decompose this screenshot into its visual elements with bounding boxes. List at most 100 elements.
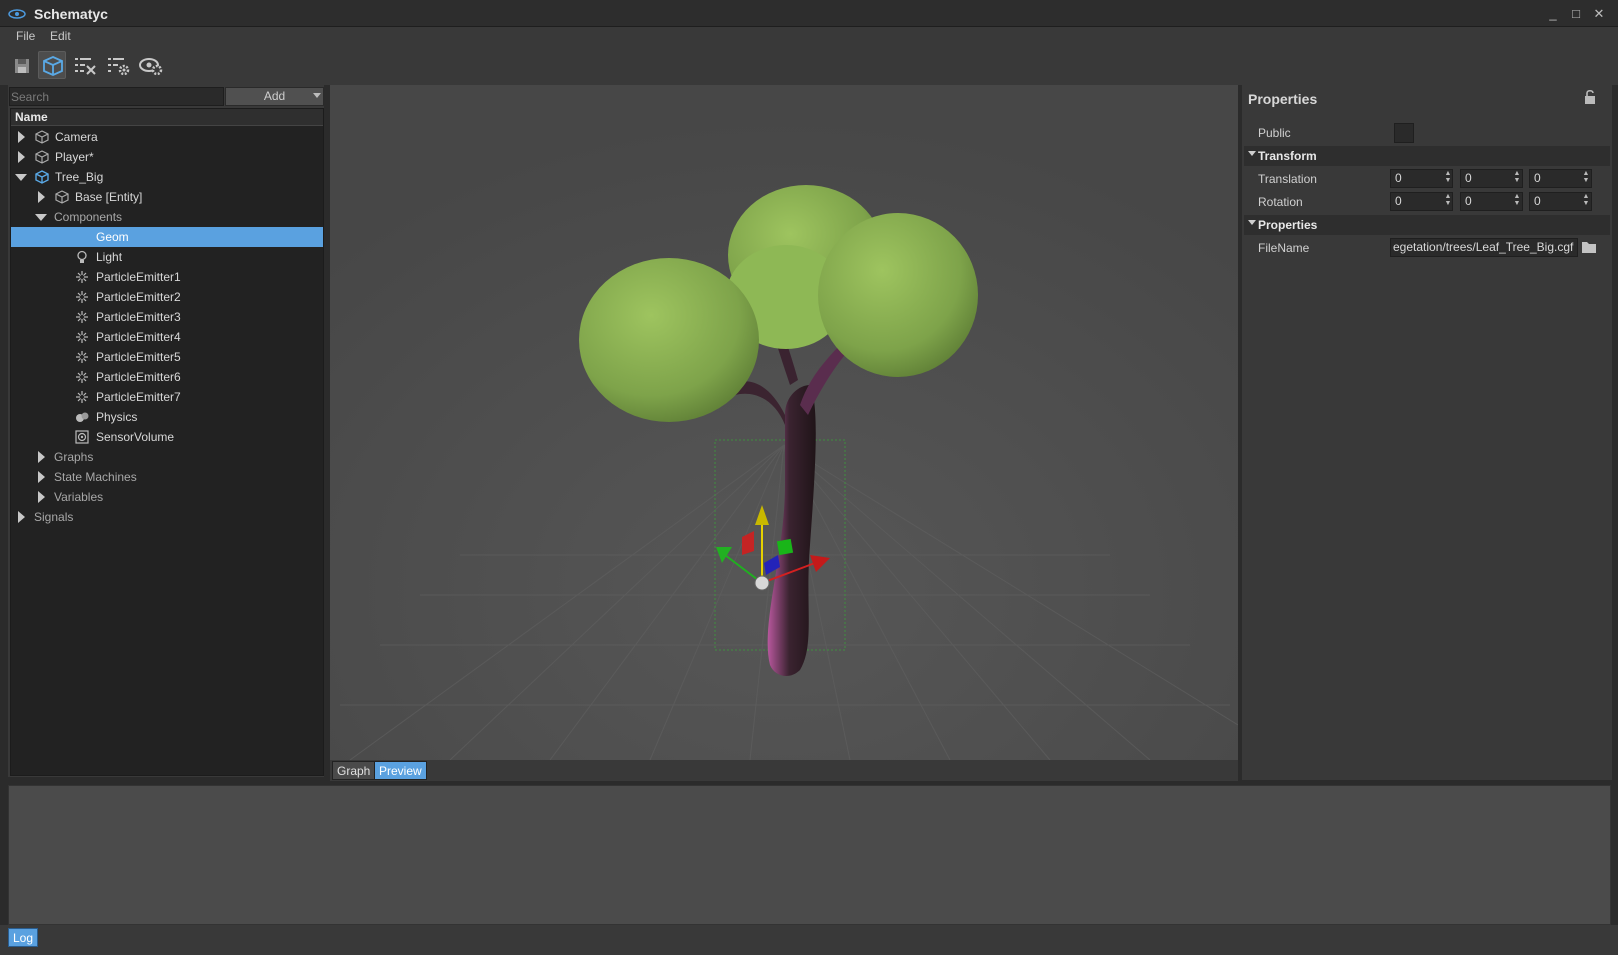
menu-bar — [0, 27, 1618, 47]
tree-item-base-entity[interactable]: Base [Entity] — [11, 187, 323, 207]
collapse-arrow-icon[interactable] — [1248, 151, 1256, 156]
menu-file[interactable]: File — [16, 29, 35, 43]
tree-item-label: Camera — [55, 130, 98, 144]
entity-cube-icon — [55, 190, 69, 204]
chevron-down-icon[interactable] — [313, 93, 321, 98]
expand-arrow-icon[interactable] — [18, 511, 25, 523]
viewport-tab-bar — [330, 760, 1238, 781]
tree-item-tree-big[interactable]: Tree_Big — [11, 167, 323, 187]
tree-item-label: ParticleEmitter7 — [96, 390, 181, 404]
tree-item-label: Components — [54, 210, 123, 224]
close-button[interactable]: ✕ — [1589, 4, 1609, 24]
expand-arrow-icon[interactable] — [18, 151, 25, 163]
properties-section-title: Properties — [1258, 218, 1318, 232]
properties-title: Properties — [1248, 91, 1318, 107]
transform-section-title: Transform — [1258, 149, 1317, 163]
tree-item-particleemitter5[interactable]: ParticleEmitter5 — [11, 347, 323, 367]
entity-cube-icon — [35, 130, 49, 144]
entity-cube-blue-icon — [35, 170, 49, 184]
tree-item-label: Tree_Big — [55, 170, 104, 184]
particle-icon — [76, 271, 88, 283]
3d-preview-scene — [330, 85, 1238, 760]
minimize-button[interactable]: _ — [1543, 4, 1563, 24]
tree-item-label: SensorVolume — [96, 430, 175, 444]
remove-list-icon[interactable] — [71, 52, 99, 80]
collapse-arrow-icon[interactable] — [35, 214, 47, 221]
translation-label: Translation — [1258, 172, 1317, 186]
particle-icon — [76, 371, 88, 383]
toolbar — [0, 47, 1618, 85]
collapse-arrow-icon[interactable] — [15, 174, 27, 181]
tree-item-label: Variables — [54, 490, 104, 504]
properties-panel — [1242, 85, 1612, 780]
particle-icon — [76, 311, 88, 323]
tree-item-sensorvolume[interactable]: SensorVolume — [11, 427, 323, 447]
tree-item-light[interactable]: Light — [11, 247, 323, 267]
tree-item-player[interactable]: Player* — [11, 147, 323, 167]
tree-item-label: Player* — [55, 150, 94, 164]
expand-arrow-icon[interactable] — [38, 491, 45, 503]
spinner-icon[interactable]: ▲ ▼ — [1513, 170, 1521, 186]
tree-item-geom[interactable]: Geom — [11, 227, 323, 247]
tab-preview[interactable]: Preview — [374, 761, 427, 780]
tree-item-graphs[interactable]: Graphs — [11, 447, 323, 467]
tree-item-label: ParticleEmitter1 — [96, 270, 181, 284]
particle-icon — [76, 331, 88, 343]
rotation-label: Rotation — [1258, 195, 1303, 209]
tab-graph[interactable]: Graph — [332, 761, 376, 780]
tree-item-components[interactable]: Components — [11, 207, 323, 227]
spinner-icon[interactable]: ▲ ▼ — [1444, 170, 1452, 186]
tree-item-camera[interactable]: Camera — [11, 127, 323, 147]
tree-item-label: Physics — [96, 410, 138, 424]
public-label: Public — [1258, 126, 1291, 140]
app-title: Schematyc — [34, 6, 108, 22]
public-checkbox[interactable] — [1394, 123, 1414, 143]
tree-item-particleemitter7[interactable]: ParticleEmitter7 — [11, 387, 323, 407]
preview-settings-icon[interactable] — [137, 52, 165, 80]
expand-arrow-icon[interactable] — [18, 131, 25, 143]
spinner-icon[interactable]: ▲ ▼ — [1582, 170, 1590, 186]
spinner-icon[interactable]: ▲ ▼ — [1444, 193, 1452, 209]
tree-item-particleemitter3[interactable]: ParticleEmitter3 — [11, 307, 323, 327]
tree-item-particleemitter2[interactable]: ParticleEmitter2 — [11, 287, 323, 307]
folder-icon[interactable] — [1581, 240, 1597, 254]
tree-item-label: ParticleEmitter4 — [96, 330, 181, 344]
filename-field[interactable]: egetation/trees/Leaf_Tree_Big.cgf — [1390, 238, 1578, 257]
expand-arrow-icon[interactable] — [38, 191, 45, 203]
tree-item-label: ParticleEmitter5 — [96, 350, 181, 364]
tree-item-label: Light — [96, 250, 123, 264]
list-settings-icon[interactable] — [104, 52, 132, 80]
sensor-volume-icon — [75, 430, 89, 444]
tree-item-physics[interactable]: Physics — [11, 407, 323, 427]
tab-log[interactable]: Log — [8, 928, 39, 947]
title-bar — [0, 0, 1618, 27]
tree-item-label: Base [Entity] — [75, 190, 143, 204]
light-bulb-icon — [77, 250, 87, 263]
search-input[interactable]: Search — [9, 87, 224, 106]
tree-item-particleemitter1[interactable]: ParticleEmitter1 — [11, 267, 323, 287]
menu-edit[interactable]: Edit — [50, 29, 71, 43]
tree-item-label: ParticleEmitter2 — [96, 290, 181, 304]
unlock-icon[interactable] — [1583, 89, 1597, 105]
maximize-button[interactable]: □ — [1566, 4, 1586, 24]
spinner-icon[interactable]: ▲ ▼ — [1513, 193, 1521, 209]
tree-item-signals[interactable]: Signals — [11, 507, 323, 527]
tree-item-label: ParticleEmitter6 — [96, 370, 181, 384]
filename-label: FileName — [1258, 241, 1310, 255]
preview-viewport[interactable] — [330, 85, 1238, 760]
tree-item-variables[interactable]: Variables — [11, 487, 323, 507]
tree-item-state-machines[interactable]: State Machines — [11, 467, 323, 487]
expand-arrow-icon[interactable] — [38, 451, 45, 463]
entity-cube-icon[interactable] — [38, 51, 66, 79]
tree-item-label: Signals — [34, 510, 74, 524]
log-tab-bar — [0, 925, 1618, 955]
expand-arrow-icon[interactable] — [38, 471, 45, 483]
collapse-arrow-icon[interactable] — [1248, 220, 1256, 225]
tree-column-header: Name — [11, 109, 323, 126]
particle-icon — [76, 291, 88, 303]
spinner-icon[interactable]: ▲ ▼ — [1582, 193, 1590, 209]
save-icon[interactable] — [8, 53, 36, 81]
add-button[interactable]: Add — [225, 87, 324, 106]
tree-item-particleemitter4[interactable]: ParticleEmitter4 — [11, 327, 323, 347]
tree-item-particleemitter6[interactable]: ParticleEmitter6 — [11, 367, 323, 387]
